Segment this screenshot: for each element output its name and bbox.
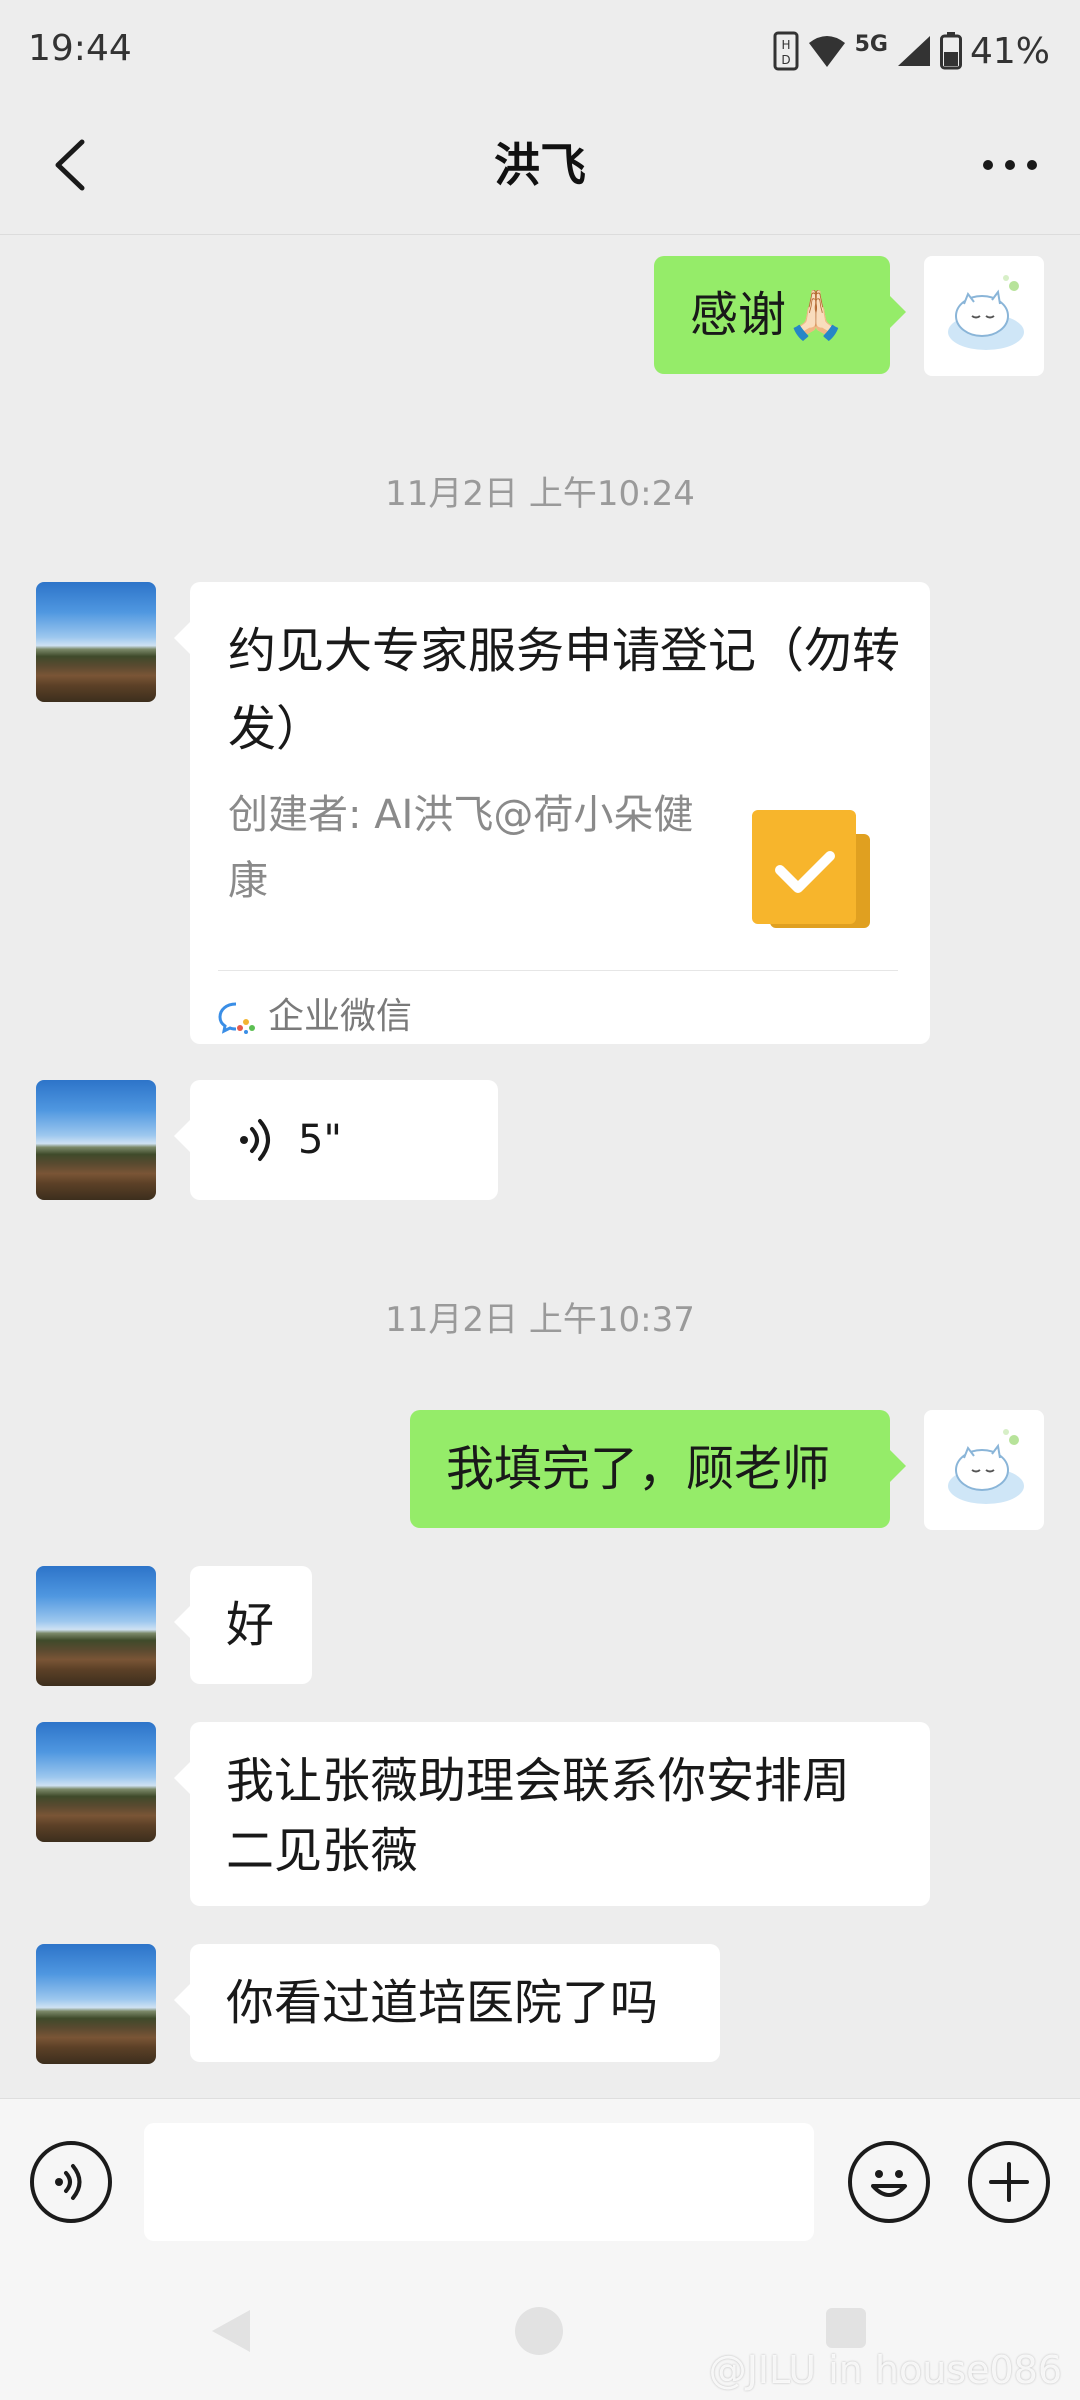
svg-text:D: D (781, 53, 790, 67)
voice-duration: 5" (298, 1117, 342, 1163)
self-avatar[interactable] (924, 256, 1044, 376)
status-icons: H D 5G 41% (773, 28, 1050, 74)
message-bubble-incoming[interactable]: 好 (174, 1566, 312, 1684)
contact-avatar[interactable] (36, 582, 156, 702)
message-bubble-incoming[interactable]: 我让张薇助理会联系你安排周二见张薇 (174, 1722, 930, 1906)
message-bubble-outgoing[interactable]: 我填完了，顾老师 (410, 1410, 906, 1528)
wifi-icon (807, 33, 847, 69)
wecom-logo-icon (218, 1002, 255, 1034)
contact-avatar[interactable] (36, 1566, 156, 1686)
contact-avatar[interactable] (36, 1722, 156, 1842)
contact-avatar[interactable] (36, 1944, 156, 2064)
voice-message[interactable]: 5" (174, 1080, 498, 1200)
watermark: @JILU in house086 (708, 2348, 1062, 2392)
sleeping-cat-avatar-icon (948, 275, 1024, 350)
chevron-left-icon (55, 139, 85, 191)
more-functions-button[interactable] (968, 2141, 1050, 2223)
message-text: 好 (226, 1597, 275, 1653)
sleeping-cat-avatar-icon (948, 1429, 1024, 1504)
message-bubble-outgoing[interactable]: 感谢🙏🏻 (654, 256, 906, 374)
self-avatar[interactable] (924, 1410, 1044, 1530)
emoji-button[interactable] (848, 2141, 930, 2223)
system-home-button[interactable] (512, 2304, 566, 2362)
voice-input-button[interactable] (30, 2141, 112, 2223)
message-text: 我填完了，顾老师 (446, 1441, 831, 1497)
input-bar (0, 2098, 1080, 2269)
card-creator: 创建者: AI洪飞@荷小朵健康 (228, 792, 694, 904)
card-source: 企业微信 (218, 992, 412, 1042)
form-checkmark-icon (752, 804, 872, 930)
status-bar: 19:44 H D 5G 41% (0, 0, 1080, 100)
voice-icon (55, 2164, 82, 2200)
nav-bar: 洪飞 (0, 100, 1080, 235)
time-separator: 11月2日 上午10:24 (385, 474, 695, 514)
message-text: 感谢🙏🏻 (690, 287, 846, 343)
more-dots-icon (983, 160, 1037, 170)
time-separator: 11月2日 上午10:37 (385, 1300, 695, 1340)
circle-home-icon (515, 2307, 563, 2355)
back-button[interactable] (34, 130, 104, 200)
battery-percent: 41% (969, 30, 1050, 72)
square-recents-icon (826, 2308, 866, 2348)
voice-wave-icon (240, 1119, 270, 1161)
network-type-label: 5G (854, 31, 888, 57)
card-title: 约见大专家服务申请登记（勿转发） (228, 623, 901, 757)
card-source-label: 企业微信 (268, 996, 413, 1037)
battery-icon (939, 32, 962, 70)
form-card[interactable]: 约见大专家服务申请登记（勿转发） 创建者: AI洪飞@荷小朵健康 企业微信 (174, 582, 930, 1044)
card-divider (218, 970, 898, 971)
status-time: 19:44 (28, 28, 132, 69)
chat-title: 洪飞 (494, 138, 586, 192)
message-input[interactable] (144, 2123, 814, 2241)
message-text: 我让张薇助理会联系你安排周二见张薇 (226, 1753, 851, 1879)
smiley-icon (871, 2170, 907, 2197)
triangle-back-icon (212, 2310, 250, 2352)
hd-icon: H D (773, 31, 799, 71)
svg-text:H: H (781, 38, 790, 52)
system-nav-bar: @JILU in house086 (0, 2268, 1080, 2400)
more-button[interactable] (970, 130, 1050, 200)
system-back-button[interactable] (206, 2304, 256, 2362)
contact-avatar[interactable] (36, 1080, 156, 1200)
signal-icon (896, 34, 932, 68)
message-text: 你看过道培医院了吗 (226, 1975, 659, 2031)
message-bubble-incoming[interactable]: 你看过道培医院了吗 (174, 1944, 720, 2062)
plus-icon (989, 2162, 1029, 2202)
